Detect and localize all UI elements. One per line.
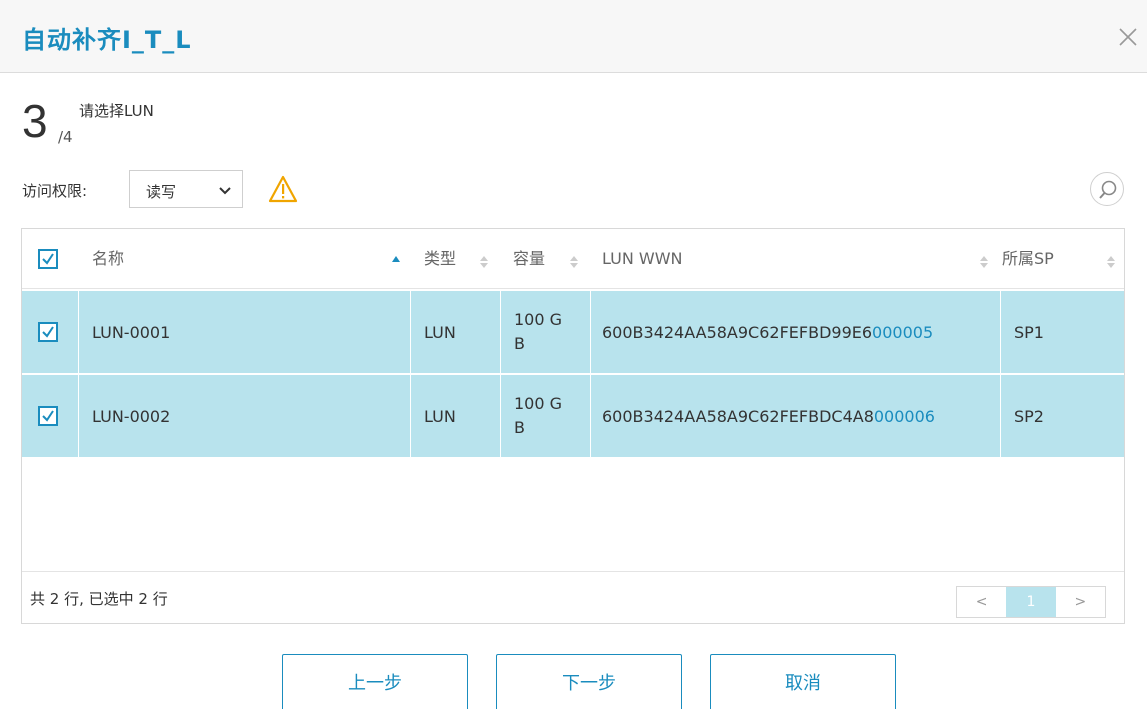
capacity-unit: B bbox=[514, 334, 525, 353]
column-header-sp[interactable]: 所属SP bbox=[1002, 229, 1054, 289]
pager-page-1[interactable]: 1 bbox=[1006, 587, 1056, 617]
step-total: /4 bbox=[58, 128, 73, 146]
row-checkbox[interactable] bbox=[38, 406, 58, 426]
capacity-value: 100 G bbox=[514, 310, 563, 329]
lun-sp: SP2 bbox=[1014, 406, 1044, 426]
lun-type: LUN bbox=[424, 406, 456, 426]
table-header: 名称 类型 容量 LUN WWN 所属SP bbox=[22, 229, 1124, 289]
pager-prev-button[interactable]: < bbox=[957, 587, 1006, 617]
lun-name: LUN-0002 bbox=[92, 406, 171, 426]
step-title: 请选择LUN bbox=[79, 102, 154, 120]
wwn-prefix: 600B3424AA58A9C62FEFBDC4A8 bbox=[602, 406, 874, 426]
sort-icon[interactable] bbox=[980, 253, 988, 268]
table-row[interactable]: LUN-0002 LUN 100 G B 600B3424AA58A9C62FE… bbox=[22, 375, 1124, 457]
wwn-suffix: 000006 bbox=[873, 406, 935, 426]
table-row[interactable]: LUN-0001 LUN 100 G B 600B3424AA58A9C62FE… bbox=[22, 291, 1124, 373]
column-header-name[interactable]: 名称 bbox=[92, 229, 124, 289]
lun-sp: SP1 bbox=[1014, 322, 1044, 342]
lun-type: LUN bbox=[424, 322, 456, 342]
table-footer: 共 2 行, 已选中 2 行 < 1 > bbox=[22, 571, 1124, 623]
select-all-checkbox[interactable] bbox=[38, 249, 58, 269]
access-permission-select[interactable]: 读写 bbox=[129, 170, 243, 208]
lun-capacity: 100 G B bbox=[514, 291, 562, 373]
row-checkbox[interactable] bbox=[38, 322, 58, 342]
pagination: < 1 > bbox=[956, 586, 1106, 618]
lun-wwn: 600B3424AA58A9C62FEFBD99E6 000005 bbox=[602, 291, 933, 373]
column-header-type[interactable]: 类型 bbox=[424, 229, 456, 289]
selection-summary: 共 2 行, 已选中 2 行 bbox=[30, 590, 168, 608]
warning-icon[interactable] bbox=[268, 175, 298, 203]
lun-capacity: 100 G B bbox=[514, 375, 562, 457]
column-header-capacity[interactable]: 容量 bbox=[513, 229, 545, 289]
wwn-suffix: 000005 bbox=[872, 322, 934, 342]
column-header-wwn[interactable]: LUN WWN bbox=[602, 229, 683, 289]
pager-next-button[interactable]: > bbox=[1056, 587, 1105, 617]
wwn-prefix: 600B3424AA58A9C62FEFBD99E6 bbox=[602, 322, 873, 342]
step-current: 3 bbox=[22, 95, 48, 147]
lun-table: 名称 类型 容量 LUN WWN 所属SP LUN-0001 LUN 100 G bbox=[21, 228, 1125, 624]
sort-icon[interactable] bbox=[1107, 253, 1115, 268]
access-label: 访问权限: bbox=[22, 182, 88, 200]
lun-name: LUN-0001 bbox=[92, 322, 171, 342]
search-button[interactable] bbox=[1090, 172, 1124, 206]
next-step-button[interactable]: 下一步 bbox=[496, 654, 682, 709]
dialog-header: 自动补齐I_T_L bbox=[0, 0, 1147, 73]
lun-wwn: 600B3424AA58A9C62FEFBDC4A8 000006 bbox=[602, 375, 935, 457]
sort-icon[interactable] bbox=[480, 253, 488, 268]
access-permission-value: 读写 bbox=[146, 183, 177, 201]
chevron-down-icon bbox=[218, 183, 232, 197]
cancel-button[interactable]: 取消 bbox=[710, 654, 896, 709]
close-icon[interactable] bbox=[1115, 24, 1141, 50]
previous-step-button[interactable]: 上一步 bbox=[282, 654, 468, 709]
dialog-title: 自动补齐I_T_L bbox=[22, 26, 192, 54]
search-icon bbox=[1099, 180, 1117, 199]
sort-icon[interactable] bbox=[570, 253, 578, 268]
capacity-unit: B bbox=[514, 418, 525, 437]
capacity-value: 100 G bbox=[514, 394, 563, 413]
sort-asc-icon[interactable] bbox=[392, 253, 400, 265]
